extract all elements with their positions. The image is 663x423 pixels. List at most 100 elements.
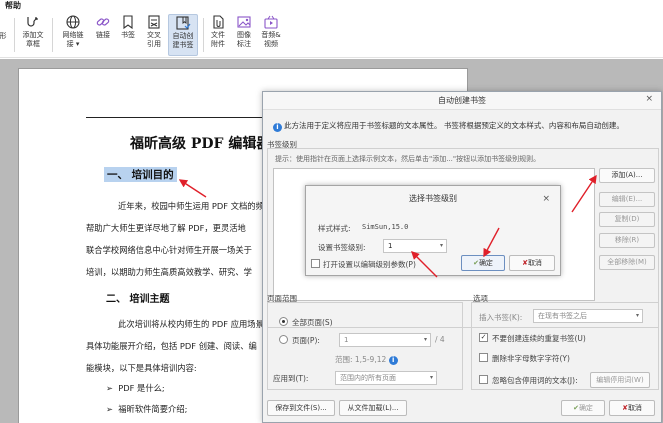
ribbon-divider — [203, 18, 204, 52]
edit-stopwords-button[interactable]: 编辑停用词(W) — [590, 372, 650, 388]
pages-label: 页面(P): — [292, 336, 320, 345]
paragraph-line: 培训，以期助力师生高质高效教学、研究、学 — [86, 267, 252, 277]
cross-reference-icon — [142, 14, 166, 30]
info-icon: i — [273, 123, 282, 132]
add-rule-button[interactable]: 添加(A)... — [599, 168, 655, 183]
selected-heading-text[interactable]: 一、 培训目的 — [104, 167, 177, 182]
bullet-text: PDF 是什么; — [118, 383, 165, 393]
ribbon-divider — [14, 18, 15, 52]
ok-button[interactable]: ✔确定 — [561, 400, 605, 416]
file-attachment-button[interactable]: 文件 附件 — [206, 14, 230, 49]
bookmark-icon — [117, 14, 139, 30]
bullet-marker: ➢ — [106, 383, 113, 393]
copy-rule-button[interactable]: 复制(D) — [599, 212, 655, 227]
no-duplicate-bookmarks-checkbox[interactable]: ✓ — [479, 333, 488, 342]
paragraph-line: 此次培训将从校内师生的 PDF 应用场景 — [118, 319, 264, 329]
paragraph-line: 具体功能展开介绍，包括 PDF 创建、阅读、编 — [86, 341, 257, 351]
no-duplicate-bookmarks-label: 不要创建连续的重复书签(U) — [492, 334, 586, 343]
audio-video-button[interactable]: 音频& 视频 — [258, 14, 284, 49]
image-annotation-label: 图像 标注 — [237, 31, 251, 48]
ignore-stopwords-label: 忽略包含停用词的文本(J): — [492, 376, 578, 385]
web-link-label: 网络链 接 ▾ — [62, 31, 84, 48]
paragraph-line: 帮助广大师生更详尽地了解 PDF，更灵活地 — [86, 223, 246, 233]
apply-to-label: 应用到(T): — [273, 374, 309, 383]
pages-field[interactable]: 1 ▾ — [339, 333, 431, 347]
cross-reference-button[interactable]: 交叉 引用 — [142, 14, 166, 49]
bookmark-label: 书签 — [121, 31, 135, 39]
dialog-title: 自动创建书签 — [263, 92, 661, 110]
insert-bookmark-label: 插入书签(K): — [479, 313, 523, 322]
dialog-close-icon[interactable]: × — [645, 94, 653, 104]
subdialog-ok-label: 确定 — [478, 259, 493, 267]
apply-to-value: 范围内的所有页面 — [340, 374, 396, 382]
ribbon-divider — [52, 18, 53, 52]
pages-total: / 4 — [435, 335, 445, 344]
link-icon — [92, 14, 114, 30]
apply-to-select[interactable]: 范围内的所有页面 ▾ — [335, 371, 437, 385]
bullet-marker: ➢ — [106, 404, 113, 414]
range-hint: 范围: 1,5-9,12 i — [335, 354, 398, 365]
ok-label: 确定 — [578, 404, 593, 412]
add-article-box-label: 添加文 章框 — [22, 31, 44, 48]
link-button[interactable]: 链接 — [92, 14, 114, 40]
section-heading: 二、 培训主题 — [106, 294, 170, 305]
image-annotation-button[interactable]: 图像 标注 — [232, 14, 256, 49]
document-title: 福昕高级 PDF 编辑器 — [130, 136, 271, 152]
link-label: 链接 — [96, 31, 110, 39]
insert-bookmark-value: 在现有书签之后 — [538, 312, 587, 320]
level-value: 1 — [388, 242, 393, 250]
ignore-stopwords-checkbox[interactable] — [479, 375, 488, 384]
chevron-down-icon: ▾ — [635, 312, 639, 319]
sample-style-label: 样式样式: — [318, 224, 351, 233]
save-to-file-button[interactable]: 保存到文件(S)... — [267, 400, 335, 416]
subdialog-title: 选择书签级别 — [409, 194, 457, 203]
insert-bookmark-select[interactable]: 在现有书签之后 ▾ — [533, 309, 643, 323]
open-level-settings-label: 打开设置以编辑级别参数(P) — [323, 260, 416, 269]
cancel-button[interactable]: ✘取消 — [609, 400, 655, 416]
auto-bookmark-button[interactable]: 自动创 建书签 — [168, 14, 198, 56]
remove-nonalnum-checkbox[interactable] — [479, 353, 488, 362]
menu-bar: 帮助 — [0, 0, 663, 12]
bookmark-button[interactable]: 书签 — [117, 14, 139, 40]
dialog-info-text: 此方法用于定义将应用于书签标题的文本属性。 书签将根据预定义的文本样式、内容和布… — [284, 121, 624, 130]
subdialog-cancel-label: 取消 — [527, 259, 542, 267]
subdialog-close-icon[interactable]: × — [542, 194, 550, 204]
auto-bookmark-icon — [169, 15, 197, 31]
paragraph-line: 能模块，以下是具体培训内容: — [86, 363, 197, 373]
all-pages-radio[interactable] — [279, 317, 288, 326]
chevron-down-icon: ▾ — [423, 336, 427, 343]
remove-all-rules-button[interactable]: 全部移除(M) — [599, 255, 655, 270]
web-link-icon — [56, 14, 90, 30]
web-link-button[interactable]: 网络链 接 ▾ — [56, 14, 90, 49]
range-hint-text: 范围: 1,5-9,12 — [335, 355, 387, 364]
level-label: 设置书签级别: — [318, 243, 366, 252]
audio-video-icon — [258, 14, 284, 30]
bullet-item: ➢ 福昕软件简要介绍; — [106, 403, 187, 415]
article-box-icon — [18, 14, 48, 30]
audio-video-label: 音频& 视频 — [261, 31, 281, 48]
add-article-box-button[interactable]: 添加文 章框 — [18, 14, 48, 49]
open-level-settings-checkbox[interactable] — [311, 259, 320, 268]
paragraph-line: 近年来，校园中师生运用 PDF 文档的频 — [118, 201, 264, 211]
ribbon-toolbar: 形 添加文 章框 网络链 接 ▾ 链接 书签 交叉 引用 自动创 建书签 文件 … — [0, 12, 663, 58]
menu-tab-help[interactable]: 帮助 — [5, 0, 21, 11]
subdialog-ok-button[interactable]: ✔确定 — [461, 255, 505, 271]
subdialog-cancel-button[interactable]: ✘取消 — [509, 255, 555, 271]
sample-style-value: SimSun,15.0 — [362, 223, 409, 231]
load-from-file-button[interactable]: 从文件加载(L)... — [339, 400, 407, 416]
pages-radio[interactable] — [279, 335, 288, 344]
ribbon-partial-label: 形 — [0, 32, 7, 40]
bookmark-level-hint: 提示：使用指针在页面上选择示例文本，然后单击"添加..."按钮以添加书签级别规则… — [275, 155, 541, 163]
edit-rule-button[interactable]: 编辑(E)... — [599, 192, 655, 207]
level-select[interactable]: 1 ▾ — [383, 239, 447, 253]
file-attachment-icon — [206, 14, 230, 30]
all-pages-label: 全部页面(S) — [292, 318, 333, 327]
cancel-label: 取消 — [627, 404, 642, 412]
pages-field-value: 1 — [344, 336, 349, 344]
chevron-down-icon: ▾ — [429, 374, 433, 381]
cross-reference-label: 交叉 引用 — [147, 31, 161, 48]
paragraph-line: 联合学校网络信息中心针对师生开展一场关于 — [86, 245, 252, 255]
chevron-down-icon: ▾ — [439, 242, 443, 249]
remove-rule-button[interactable]: 移除(R) — [599, 233, 655, 248]
file-attachment-label: 文件 附件 — [211, 31, 225, 48]
